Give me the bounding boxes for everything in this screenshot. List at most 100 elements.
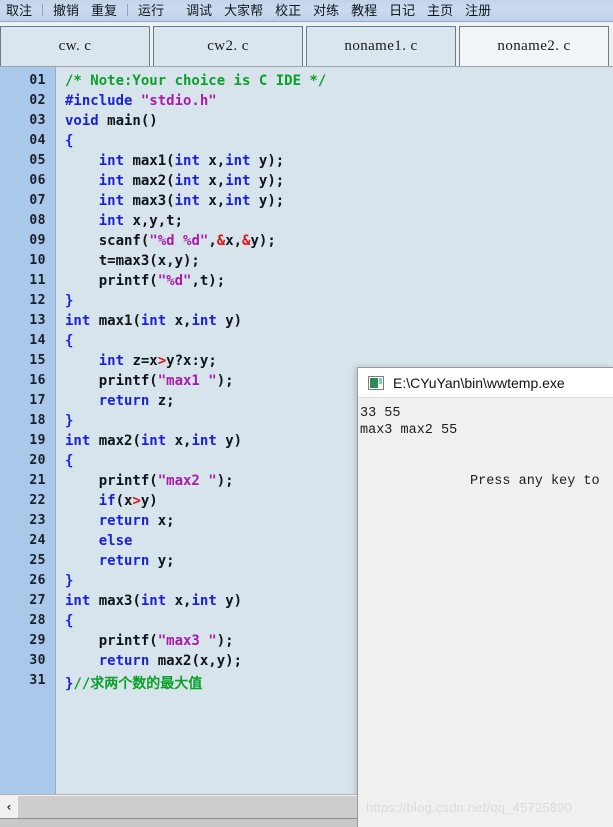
code-token: ,	[208, 233, 217, 249]
code-token: );	[216, 373, 234, 389]
toolbar-separator	[127, 4, 129, 16]
window-bottom-edge	[0, 818, 357, 827]
code-line: return max2(x,y);	[65, 653, 242, 669]
code-token: int	[174, 193, 200, 209]
code-token: int	[65, 313, 91, 329]
code-token: if	[98, 493, 116, 509]
code-token: x,	[199, 193, 226, 209]
code-line: printf("max3 ");	[65, 633, 234, 649]
code-token: }	[65, 413, 74, 429]
line-number: 10	[29, 253, 46, 268]
code-token: return	[98, 513, 150, 529]
code-line: int max2(int x,int y)	[65, 433, 242, 449]
code-token: max2(	[90, 433, 141, 449]
line-number: 25	[29, 553, 46, 568]
line-number: 21	[29, 473, 46, 488]
line-number: 23	[29, 513, 46, 528]
editor-tab-1[interactable]: cw2. c	[153, 26, 303, 66]
code-line: else	[65, 533, 133, 549]
code-line: {	[65, 133, 73, 149]
toolbar-item-11[interactable]: 注册	[459, 5, 497, 21]
code-line: int z=x>y?x:y;	[65, 353, 217, 369]
toolbar-item-8[interactable]: 教程	[345, 5, 383, 21]
code-line: void main()	[65, 113, 158, 129]
code-token: return	[98, 653, 150, 669]
code-line: return y;	[65, 553, 175, 569]
toolbar-item-10[interactable]: 主页	[421, 5, 459, 21]
console-title-text: E:\CYuYan\bin\wwtemp.exe	[393, 374, 565, 391]
main-toolbar: 取注 撤销 重复 运行 调试 大家帮 校正 对练 教程 日记 主页 注册	[0, 0, 613, 22]
code-token: void	[65, 113, 99, 129]
code-token: >	[132, 493, 141, 509]
code-token: z;	[149, 393, 175, 409]
line-number: 19	[29, 433, 46, 448]
code-line: int max3(int x,int y)	[65, 593, 242, 609]
code-token: printf(	[65, 273, 158, 289]
console-body: 33 55 max3 max2 55 Press any key to	[360, 399, 613, 827]
code-token: );	[216, 473, 234, 489]
code-token: int	[174, 173, 200, 189]
code-token: x,	[166, 313, 192, 329]
code-token: x,	[199, 173, 226, 189]
toolbar-item-1[interactable]: 撤销	[47, 5, 85, 21]
code-line: int max2(int x,int y);	[65, 173, 284, 189]
code-line: int max3(int x,int y);	[65, 193, 284, 209]
code-token: }	[65, 293, 74, 309]
toolbar-item-9[interactable]: 日记	[383, 5, 421, 21]
code-token: {	[65, 613, 74, 629]
code-token: y)	[216, 433, 243, 449]
code-token: );	[216, 633, 234, 649]
code-line: }	[65, 293, 73, 309]
toolbar-item-7[interactable]: 对练	[307, 5, 345, 21]
code-token: y;	[149, 553, 175, 569]
toolbar-item-3[interactable]: 运行	[132, 5, 170, 21]
editor-tab-0[interactable]: cw. c	[0, 26, 150, 66]
toolbar-item-2[interactable]: 重复	[85, 5, 123, 21]
code-token: &	[216, 233, 226, 249]
code-token: y);	[250, 153, 285, 169]
code-token: y?x:y;	[166, 353, 217, 369]
code-line: {	[65, 453, 73, 469]
code-token: int	[65, 593, 91, 609]
code-token: int	[140, 433, 167, 449]
code-line: return x;	[65, 513, 175, 529]
code-token: int	[98, 353, 125, 369]
code-token: printf(	[65, 373, 158, 389]
code-line: if(x>y)	[65, 493, 158, 509]
code-line: /* Note:Your choice is C IDE */	[65, 73, 326, 89]
code-token: return	[98, 553, 150, 569]
code-token: "max3 "	[157, 633, 217, 649]
toolbar-item-5[interactable]: 大家帮	[218, 5, 269, 21]
code-token: {	[65, 133, 74, 149]
toolbar-item-6[interactable]: 校正	[269, 5, 307, 21]
console-output-window[interactable]: E:\CYuYan\bin\wwtemp.exe 33 55 max3 max2 …	[357, 367, 613, 827]
horizontal-scrollbar[interactable]: ‹	[0, 794, 357, 818]
line-number: 20	[29, 453, 46, 468]
code-line: printf("%d",t);	[65, 273, 225, 289]
line-number: 22	[29, 493, 46, 508]
line-number-gutter: 01 02 03 04 05 06 07 08 09 10 11 12 13 14 15 16 17 18 19 20…	[0, 67, 56, 794]
code-token: x,	[199, 153, 226, 169]
line-number: 18	[29, 413, 46, 428]
code-token: //求两个数的最大值	[73, 676, 203, 692]
line-number: 03	[29, 113, 46, 128]
code-line: }//求两个数的最大值	[65, 673, 202, 693]
editor-tab-2[interactable]: noname1. c	[306, 26, 456, 66]
code-token: max2(x,y);	[149, 653, 243, 669]
line-number: 15	[29, 353, 46, 368]
code-token: scanf(	[65, 233, 150, 249]
scrollbar-thumb[interactable]	[18, 795, 357, 818]
toolbar-item-4[interactable]: 调试	[180, 5, 218, 21]
editor-tab-3[interactable]: noname2. c	[459, 26, 609, 66]
code-token: y);	[250, 193, 285, 209]
toolbar-item-0[interactable]: 取注	[0, 5, 38, 21]
code-token: x;	[149, 513, 175, 529]
scroll-left-arrow-icon[interactable]: ‹	[0, 795, 18, 818]
